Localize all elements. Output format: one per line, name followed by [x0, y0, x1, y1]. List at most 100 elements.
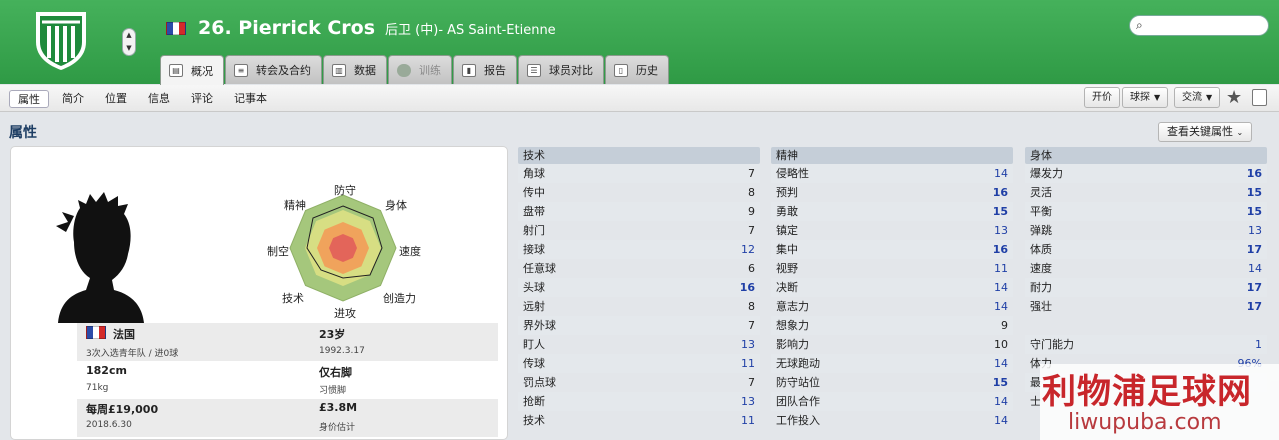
attribute-row: 防守站位 15	[771, 373, 1013, 392]
attribute-row: 爆发力 16	[1025, 164, 1267, 183]
radar-label-aerial: 制空	[267, 245, 289, 258]
attribute-name: 角球	[523, 167, 545, 180]
attribute-row: 体质 17	[1025, 240, 1267, 259]
attribute-name: 弹跳	[1030, 224, 1052, 237]
mental-header: 精神	[771, 147, 1013, 164]
tab-transfer[interactable]: ≡ 转会及合约	[225, 55, 322, 84]
attribute-row: 盯人 13	[518, 335, 760, 354]
attribute-row: 射门 7	[518, 221, 760, 240]
player-header: ▲ ▼ 26. Pierrick Cros 后卫 (中)- AS Saint-E…	[0, 0, 1279, 85]
attribute-name: 盘带	[523, 205, 545, 218]
attribute-name: 影响力	[776, 338, 809, 351]
attribute-row: 影响力 10	[771, 335, 1013, 354]
radar-label-speed: 速度	[399, 245, 421, 258]
offer-button[interactable]: 开价	[1084, 87, 1120, 108]
key-attributes-button[interactable]: 查看关键属性 ⌄	[1158, 122, 1253, 142]
contract-end-value: 2018.6.30	[86, 420, 132, 430]
attribute-value: 16	[739, 281, 755, 294]
attribute-name: 传中	[523, 186, 545, 199]
tab-training[interactable]: 训练	[388, 55, 452, 84]
wage-value: 每周£19,000	[86, 403, 159, 416]
tab-overview[interactable]: ▤ 概况	[160, 55, 224, 85]
down-arrow-icon[interactable]: ▼	[123, 42, 135, 55]
player-name: 26. Pierrick Cros	[198, 17, 376, 39]
attribute-row: 传球 11	[518, 354, 760, 373]
radar-label-mental: 精神	[284, 199, 306, 212]
height-value: 182cm	[86, 364, 127, 377]
contract-icon: ≡	[234, 63, 248, 77]
search-input[interactable]: ⌕	[1129, 15, 1269, 36]
subnav-info[interactable]: 信息	[140, 90, 178, 108]
report-icon: ▮	[462, 63, 476, 77]
attribute-value: 13	[994, 224, 1008, 237]
subnav-attributes[interactable]: 属性	[9, 90, 49, 108]
attribute-name: 工作投入	[776, 414, 820, 427]
age-value: 23岁	[319, 328, 346, 341]
france-flag-icon	[86, 326, 106, 339]
attribute-name: 灵活	[1030, 186, 1052, 199]
tab-history[interactable]: ▯ 历史	[605, 55, 669, 84]
watermark-text: 利物浦足球网	[1042, 372, 1252, 412]
up-arrow-icon[interactable]: ▲	[123, 29, 135, 42]
scout-button[interactable]: 球探 ▼	[1122, 87, 1169, 108]
attribute-row: 耐力 17	[1025, 278, 1267, 297]
interact-button[interactable]: 交流 ▼	[1174, 87, 1221, 108]
chevron-down-icon: ▼	[1206, 93, 1213, 102]
subnav-notes[interactable]: 记事本	[226, 90, 275, 108]
attribute-name: 防守站位	[776, 376, 820, 389]
attribute-row: 头球 16	[518, 278, 760, 297]
tab-report[interactable]: ▮ 报告	[453, 55, 517, 84]
attribute-value: 7	[748, 224, 755, 237]
attribute-name: 决断	[776, 281, 798, 294]
section-title: 属性	[9, 125, 37, 141]
market-value-label: 身价估计	[319, 423, 356, 433]
attribute-row: 技术 11	[518, 411, 760, 430]
main-tabs: ▤ 概况 ≡ 转会及合约 ▥ 数据 训练 ▮ 报告 ☰ 球员对比 ▯ 历史	[160, 55, 670, 85]
watermark-url: liwupuba.com	[1068, 410, 1222, 435]
chevron-down-icon: ▼	[1154, 93, 1161, 102]
attribute-value: 16	[992, 243, 1008, 256]
club-crest-icon	[36, 12, 86, 70]
attribute-row: 接球 12	[518, 240, 760, 259]
technical-attributes-panel: 技术 角球 7 传中 8 盘带 9 射门 7 接球 12 任意球 6 头球 16 远射 8 界外球 7 盯人 13 传球…	[518, 147, 760, 430]
attribute-name: 镇定	[776, 224, 798, 237]
player-switch-stepper[interactable]: ▲ ▼	[122, 28, 136, 56]
star-icon[interactable]: ★	[1226, 87, 1242, 108]
subnav-positions[interactable]: 位置	[97, 90, 135, 108]
attribute-name: 平衡	[1030, 205, 1052, 218]
attribute-row: 镇定 13	[771, 221, 1013, 240]
attribute-value: 14	[994, 414, 1008, 427]
attribute-row: 速度 14	[1025, 259, 1267, 278]
history-icon: ▯	[614, 63, 628, 77]
attribute-value: 11	[994, 262, 1008, 275]
add-note-icon[interactable]	[1252, 89, 1267, 106]
attribute-row: 平衡 15	[1025, 202, 1267, 221]
tab-compare[interactable]: ☰ 球员对比	[518, 55, 604, 84]
subnav-profile[interactable]: 简介	[54, 90, 92, 108]
market-value: £3.8M	[319, 401, 358, 414]
attribute-value: 13	[741, 338, 755, 351]
attribute-name: 技术	[523, 414, 545, 427]
attribute-row: 视野 11	[771, 259, 1013, 278]
attribute-value: 8	[748, 186, 755, 199]
technical-header: 技术	[518, 147, 760, 164]
nation-value: 法国	[113, 328, 135, 341]
attribute-value: 15	[1246, 186, 1262, 199]
attribute-row: 工作投入 14	[771, 411, 1013, 430]
attribute-row: 弹跳 13	[1025, 221, 1267, 240]
attribute-value: 16	[1246, 167, 1262, 180]
attribute-row: 任意球 6	[518, 259, 760, 278]
subnav-comments[interactable]: 评论	[183, 90, 221, 108]
attribute-value: 15	[992, 376, 1008, 389]
tab-stats[interactable]: ▥ 数据	[323, 55, 387, 84]
attribute-row-empty	[1025, 316, 1267, 335]
attribute-name: 意志力	[776, 300, 809, 313]
compare-icon: ☰	[527, 63, 541, 77]
attribute-row: 强壮 17	[1025, 297, 1267, 316]
attribute-value: 10	[994, 338, 1008, 351]
attribute-row: 团队合作 14	[771, 392, 1013, 411]
attribute-name: 侵略性	[776, 167, 809, 180]
attribute-value: 7	[748, 167, 755, 180]
radar-label-physical: 身体	[385, 199, 407, 212]
france-flag-icon	[166, 21, 186, 35]
